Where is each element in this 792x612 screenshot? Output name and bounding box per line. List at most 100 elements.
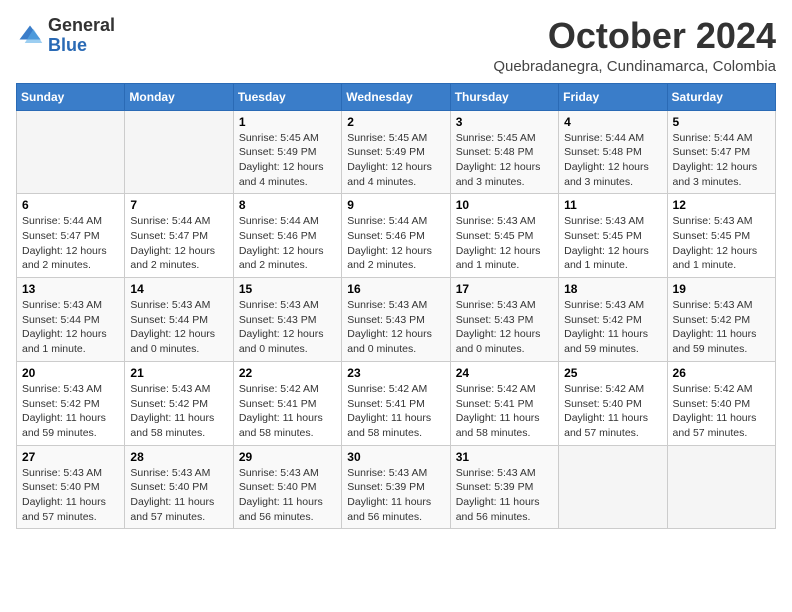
logo-blue: Blue xyxy=(48,35,87,55)
calendar-table: SundayMondayTuesdayWednesdayThursdayFrid… xyxy=(16,83,776,530)
day-info: Sunrise: 5:43 AM Sunset: 5:40 PM Dayligh… xyxy=(130,466,227,525)
calendar-cell: 21Sunrise: 5:43 AM Sunset: 5:42 PM Dayli… xyxy=(125,361,233,445)
day-info: Sunrise: 5:43 AM Sunset: 5:42 PM Dayligh… xyxy=(673,298,770,357)
calendar-cell: 29Sunrise: 5:43 AM Sunset: 5:40 PM Dayli… xyxy=(233,445,341,529)
day-number: 26 xyxy=(673,366,770,380)
day-number: 21 xyxy=(130,366,227,380)
day-info: Sunrise: 5:45 AM Sunset: 5:48 PM Dayligh… xyxy=(456,131,553,190)
calendar-cell: 16 Sunrise: 5:43 AM Sunset: 5:43 PM Dayli… xyxy=(342,278,450,362)
calendar-cell: 18 Sunrise: 5:43 AM Sunset: 5:42 PM Dayli… xyxy=(559,278,667,362)
week-row-3: 20Sunrise: 5:43 AM Sunset: 5:42 PM Dayli… xyxy=(17,361,776,445)
col-header-sunday: Sunday xyxy=(17,83,125,110)
day-number: 19 xyxy=(673,282,770,296)
calendar-cell: 28 Sunrise: 5:43 AM Sunset: 5:40 PM Dayli… xyxy=(125,445,233,529)
day-info: Sunrise: 5:44 AM Sunset: 5:48 PM Dayligh… xyxy=(564,131,661,190)
calendar-cell: 25 Sunrise: 5:42 AM Sunset: 5:40 PM Dayli… xyxy=(559,361,667,445)
page-header: General Blue October 2024 Quebradanegra,… xyxy=(16,16,776,75)
day-info: Sunrise: 5:43 AM Sunset: 5:39 PM Dayligh… xyxy=(456,466,553,525)
calendar-cell: 19 Sunrise: 5:43 AM Sunset: 5:42 PM Dayli… xyxy=(667,278,775,362)
week-row-1: 6 Sunrise: 5:44 AM Sunset: 5:47 PM Daylig… xyxy=(17,194,776,278)
day-number: 18 xyxy=(564,282,661,296)
calendar-cell xyxy=(17,110,125,194)
day-number: 4 xyxy=(564,115,661,129)
day-number: 25 xyxy=(564,366,661,380)
day-info: Sunrise: 5:44 AM Sunset: 5:46 PM Dayligh… xyxy=(347,214,444,273)
day-number: 14 xyxy=(130,282,227,296)
col-header-thursday: Thursday xyxy=(450,83,558,110)
calendar-cell: 13 Sunrise: 5:43 AM Sunset: 5:44 PM Dayli… xyxy=(17,278,125,362)
day-info: Sunrise: 5:45 AM Sunset: 5:49 PM Dayligh… xyxy=(347,131,444,190)
calendar-cell: 17Sunrise: 5:43 AM Sunset: 5:43 PM Dayli… xyxy=(450,278,558,362)
day-info: Sunrise: 5:43 AM Sunset: 5:40 PM Dayligh… xyxy=(22,466,119,525)
day-info: Sunrise: 5:43 AM Sunset: 5:44 PM Dayligh… xyxy=(130,298,227,357)
week-row-4: 27Sunrise: 5:43 AM Sunset: 5:40 PM Dayli… xyxy=(17,445,776,529)
calendar-cell: 8 Sunrise: 5:44 AM Sunset: 5:46 PM Daylig… xyxy=(233,194,341,278)
calendar-cell: 30 Sunrise: 5:43 AM Sunset: 5:39 PM Dayli… xyxy=(342,445,450,529)
day-info: Sunrise: 5:43 AM Sunset: 5:42 PM Dayligh… xyxy=(564,298,661,357)
week-row-0: 1 Sunrise: 5:45 AM Sunset: 5:49 PM Daylig… xyxy=(17,110,776,194)
day-info: Sunrise: 5:44 AM Sunset: 5:47 PM Dayligh… xyxy=(673,131,770,190)
day-number: 15 xyxy=(239,282,336,296)
location-subtitle: Quebradanegra, Cundinamarca, Colombia xyxy=(493,58,776,75)
day-number: 17 xyxy=(456,282,553,296)
calendar-cell: 11Sunrise: 5:43 AM Sunset: 5:45 PM Dayli… xyxy=(559,194,667,278)
day-info: Sunrise: 5:43 AM Sunset: 5:44 PM Dayligh… xyxy=(22,298,119,357)
day-number: 9 xyxy=(347,198,444,212)
day-number: 1 xyxy=(239,115,336,129)
calendar-body: 1 Sunrise: 5:45 AM Sunset: 5:49 PM Daylig… xyxy=(17,110,776,529)
day-info: Sunrise: 5:43 AM Sunset: 5:40 PM Dayligh… xyxy=(239,466,336,525)
title-block: October 2024 Quebradanegra, Cundinamarca… xyxy=(493,16,776,75)
day-number: 5 xyxy=(673,115,770,129)
col-header-tuesday: Tuesday xyxy=(233,83,341,110)
col-header-saturday: Saturday xyxy=(667,83,775,110)
calendar-cell xyxy=(559,445,667,529)
day-number: 11 xyxy=(564,198,661,212)
day-number: 13 xyxy=(22,282,119,296)
calendar-cell: 1Sunrise: 5:45 AM Sunset: 5:49 PM Daylig… xyxy=(233,110,341,194)
calendar-cell: 5 Sunrise: 5:44 AM Sunset: 5:47 PM Daylig… xyxy=(667,110,775,194)
day-info: Sunrise: 5:42 AM Sunset: 5:41 PM Dayligh… xyxy=(456,382,553,441)
day-info: Sunrise: 5:43 AM Sunset: 5:43 PM Dayligh… xyxy=(239,298,336,357)
day-number: 6 xyxy=(22,198,119,212)
day-info: Sunrise: 5:42 AM Sunset: 5:41 PM Dayligh… xyxy=(239,382,336,441)
days-row: SundayMondayTuesdayWednesdayThursdayFrid… xyxy=(17,83,776,110)
week-row-2: 13 Sunrise: 5:43 AM Sunset: 5:44 PM Dayli… xyxy=(17,278,776,362)
calendar-cell: 3 Sunrise: 5:45 AM Sunset: 5:48 PM Daylig… xyxy=(450,110,558,194)
day-number: 10 xyxy=(456,198,553,212)
day-info: Sunrise: 5:43 AM Sunset: 5:39 PM Dayligh… xyxy=(347,466,444,525)
month-title: October 2024 xyxy=(493,16,776,56)
logo: General Blue xyxy=(16,16,115,56)
calendar-cell: 26 Sunrise: 5:42 AM Sunset: 5:40 PM Dayli… xyxy=(667,361,775,445)
day-number: 16 xyxy=(347,282,444,296)
day-number: 3 xyxy=(456,115,553,129)
day-number: 31 xyxy=(456,450,553,464)
logo-general: General xyxy=(48,15,115,35)
day-number: 7 xyxy=(130,198,227,212)
calendar-cell xyxy=(667,445,775,529)
col-header-friday: Friday xyxy=(559,83,667,110)
day-number: 30 xyxy=(347,450,444,464)
logo-icon xyxy=(16,22,44,50)
day-info: Sunrise: 5:42 AM Sunset: 5:40 PM Dayligh… xyxy=(673,382,770,441)
day-info: Sunrise: 5:44 AM Sunset: 5:47 PM Dayligh… xyxy=(22,214,119,273)
calendar-cell: 6 Sunrise: 5:44 AM Sunset: 5:47 PM Daylig… xyxy=(17,194,125,278)
day-info: Sunrise: 5:42 AM Sunset: 5:40 PM Dayligh… xyxy=(564,382,661,441)
calendar-cell: 20Sunrise: 5:43 AM Sunset: 5:42 PM Dayli… xyxy=(17,361,125,445)
day-number: 12 xyxy=(673,198,770,212)
calendar-cell: 14 Sunrise: 5:43 AM Sunset: 5:44 PM Dayli… xyxy=(125,278,233,362)
calendar-cell: 9 Sunrise: 5:44 AM Sunset: 5:46 PM Daylig… xyxy=(342,194,450,278)
day-number: 22 xyxy=(239,366,336,380)
day-info: Sunrise: 5:43 AM Sunset: 5:42 PM Dayligh… xyxy=(22,382,119,441)
calendar-header: SundayMondayTuesdayWednesdayThursdayFrid… xyxy=(17,83,776,110)
calendar-cell: 4 Sunrise: 5:44 AM Sunset: 5:48 PM Daylig… xyxy=(559,110,667,194)
calendar-cell: 15 Sunrise: 5:43 AM Sunset: 5:43 PM Dayli… xyxy=(233,278,341,362)
day-number: 2 xyxy=(347,115,444,129)
col-header-wednesday: Wednesday xyxy=(342,83,450,110)
day-number: 28 xyxy=(130,450,227,464)
day-info: Sunrise: 5:43 AM Sunset: 5:45 PM Dayligh… xyxy=(673,214,770,273)
calendar-cell: 12 Sunrise: 5:43 AM Sunset: 5:45 PM Dayli… xyxy=(667,194,775,278)
day-info: Sunrise: 5:44 AM Sunset: 5:46 PM Dayligh… xyxy=(239,214,336,273)
day-info: Sunrise: 5:43 AM Sunset: 5:43 PM Dayligh… xyxy=(347,298,444,357)
calendar-cell: 23Sunrise: 5:42 AM Sunset: 5:41 PM Dayli… xyxy=(342,361,450,445)
day-number: 8 xyxy=(239,198,336,212)
